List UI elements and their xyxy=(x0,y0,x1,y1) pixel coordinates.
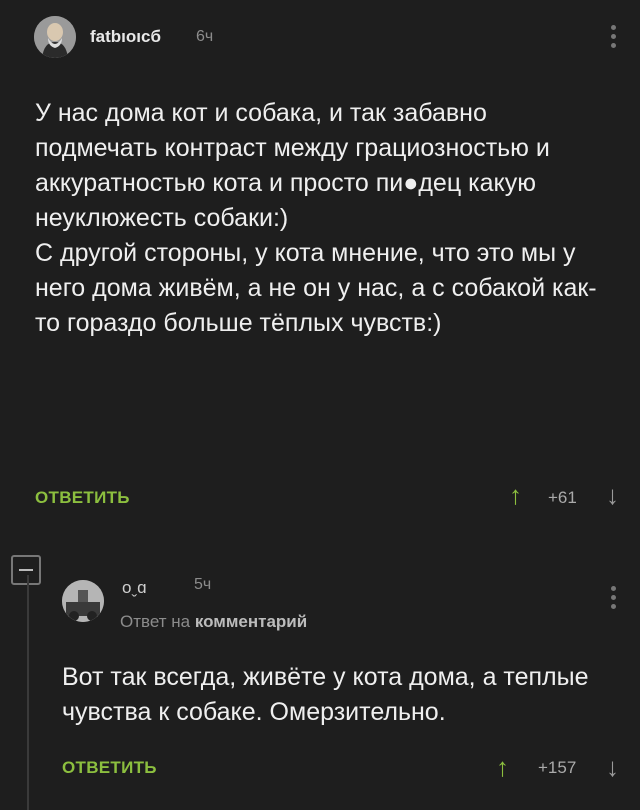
more-options-icon[interactable] xyxy=(611,25,617,52)
parent-comment-link[interactable]: комментарий xyxy=(195,612,307,631)
score: +157 xyxy=(538,758,577,777)
collapse-thread-button[interactable] xyxy=(11,555,41,585)
timestamp: 6ч xyxy=(196,28,214,45)
score: +61 xyxy=(548,488,577,507)
arrow-down-icon[interactable]: ↓ xyxy=(606,480,619,511)
reply-button[interactable]: ОТВЕТИТЬ xyxy=(62,758,157,778)
arrow-down-icon[interactable]: ↓ xyxy=(606,752,619,783)
arrow-up-icon[interactable]: ↑ xyxy=(496,752,509,783)
timestamp: 5ч xyxy=(194,576,212,593)
reply-meta-prefix: Ответ на xyxy=(120,612,191,631)
comment-body: У нас дома кот и собака, и так забавно п… xyxy=(35,99,597,337)
avatar[interactable] xyxy=(62,580,104,622)
reply-meta: Ответ на комментарий xyxy=(120,612,307,632)
username[interactable]: fatbıoıcб xyxy=(90,27,161,47)
avatar[interactable] xyxy=(34,16,76,58)
minus-icon xyxy=(19,569,33,571)
comment-top: fatbıoıcб 6ч У нас дома кот и собака, и … xyxy=(0,0,640,520)
reply-button[interactable]: ОТВЕТИТЬ xyxy=(35,488,130,508)
comment-body: Вот так всегда, живёте у кота дома, а те… xyxy=(62,663,589,726)
more-options-icon[interactable] xyxy=(611,586,617,613)
thread-line[interactable] xyxy=(27,575,29,810)
username[interactable]: oˬɑ xyxy=(122,578,147,598)
arrow-up-icon[interactable]: ↑ xyxy=(509,480,522,511)
